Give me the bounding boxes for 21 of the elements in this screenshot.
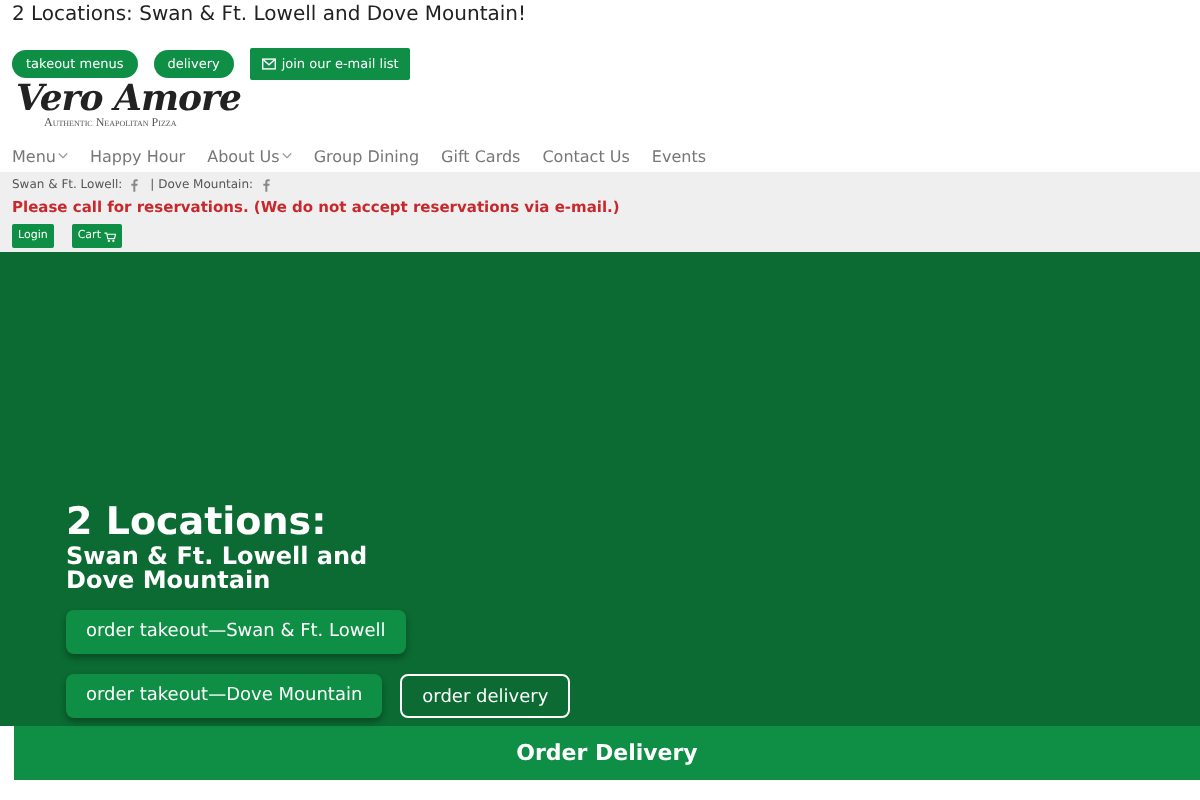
order-button[interactable]: order takeout—Dove Mountain [66,674,383,718]
hero-subtitle: Swan & Ft. Lowell and Dove Mountain [66,544,370,592]
order-button[interactable]: order delivery [400,674,571,718]
nav-link[interactable]: About Us [207,147,292,165]
chevron-icon [57,152,68,160]
order-delivery-bar[interactable]: Order Delivery [14,726,1200,780]
hero-title: 2 Locations: [66,500,329,544]
nav-link[interactable]: Menu [12,147,68,165]
announcement: 2 Locations: Swan & Ft. Lowell and Dove Mountain! [10,2,529,30]
cart-icon [104,231,117,241]
envelope-icon [261,58,276,70]
facebook-icon[interactable] [261,178,270,192]
nav-link[interactable]: Group Dining [313,147,420,165]
chevron-icon [281,152,292,160]
nav-link[interactable]: Happy Hour [89,147,186,165]
order-button[interactable]: order takeout—Swan & Ft. Lowell [66,610,406,654]
nav-link[interactable]: Events [651,147,707,165]
nav-link[interactable]: Gift Cards [441,147,521,165]
facebook-icon[interactable] [130,178,139,192]
nav-link[interactable]: Contact Us [542,147,630,165]
logo-wordmark[interactable]: Vero Amore [16,80,1200,118]
